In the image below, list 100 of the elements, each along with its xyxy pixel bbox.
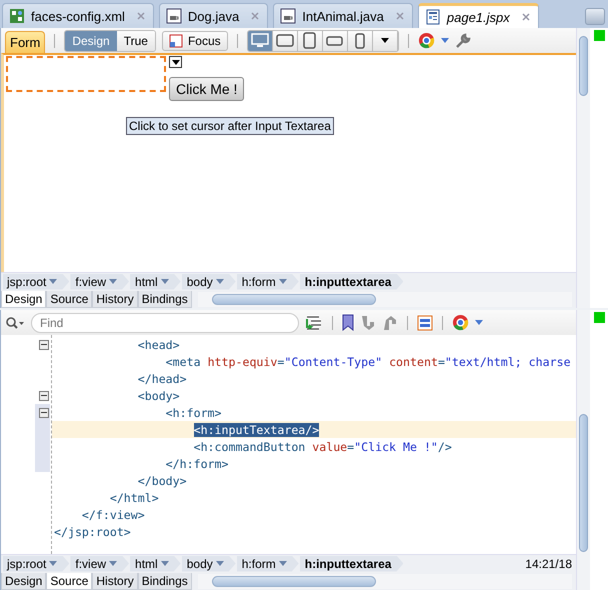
browser-button[interactable] — [452, 314, 483, 331]
code-line: <meta http-equiv="Content-Type" content="text/html; charse — [164, 354, 572, 370]
device-button[interactable] — [298, 30, 323, 50]
arrow-up-icon — [382, 314, 398, 330]
status-indicator — [594, 312, 604, 323]
view-tab[interactable]: Bindings — [138, 573, 192, 590]
cursor-position: 14:21/18 — [525, 556, 573, 570]
status-indicator — [594, 30, 604, 41]
bookmark-button[interactable] — [342, 314, 354, 331]
caret-icon — [440, 38, 449, 43]
device-button[interactable] — [322, 30, 348, 50]
design-canvas[interactable]: Click Me ! Click to set cursor after Input Textarea — [1, 53, 576, 272]
caret-icon — [475, 320, 483, 325]
list-arrow-icon — [305, 314, 323, 330]
breadcrumb-item[interactable]: html — [130, 556, 181, 572]
phone-icon — [354, 32, 365, 48]
breadcrumb-item[interactable]: h:form — [236, 556, 299, 572]
form-view-button[interactable] — [417, 314, 433, 330]
browser-icon — [418, 32, 435, 49]
next-bookmark-button[interactable] — [360, 314, 376, 330]
code-line: </f:view> — [80, 506, 146, 523]
code-line: </jsp:root> — [53, 524, 132, 540]
document-icon — [9, 8, 25, 24]
breadcrumb-item[interactable]: h:form — [236, 274, 299, 290]
arrow-down-icon — [360, 314, 376, 330]
device-button[interactable] — [248, 30, 273, 50]
breadcrumb-item[interactable]: jsp:root — [3, 274, 70, 290]
device-menu-button[interactable] — [372, 30, 398, 50]
horizontal-scrollbar[interactable] — [198, 574, 572, 589]
horizontal-scrollbar[interactable] — [198, 292, 572, 307]
code-line: </html> — [108, 490, 160, 506]
browser-icon — [452, 314, 469, 331]
breadcrumb-item[interactable]: h:inputtextarea — [300, 274, 404, 290]
coffee-cup-icon — [280, 8, 296, 24]
view-tab[interactable]: History — [92, 573, 138, 590]
code-line: <head> — [136, 336, 181, 353]
tablet-icon — [303, 32, 316, 49]
fold-icon[interactable] — [39, 390, 49, 400]
device-button[interactable] — [272, 30, 298, 50]
caret-icon — [49, 561, 58, 566]
caret-icon — [380, 38, 389, 43]
view-tab[interactable]: Bindings — [138, 291, 192, 308]
form-tab[interactable]: Form — [5, 31, 46, 53]
dropdown-marker[interactable] — [169, 56, 182, 68]
monitor-icon — [250, 33, 269, 48]
caret-icon — [160, 561, 169, 566]
breadcrumb-item[interactable]: f:view — [70, 274, 130, 290]
breadcrumb-item[interactable]: jsp:root — [3, 556, 70, 572]
browser-button[interactable] — [418, 32, 449, 49]
code-line: </head> — [136, 370, 188, 387]
breadcrumb-item[interactable]: f:view — [70, 556, 130, 572]
coffee-cup-icon — [166, 8, 182, 24]
view-tab[interactable]: Source — [46, 573, 92, 590]
click-button[interactable]: Click Me ! — [169, 77, 244, 101]
breadcrumb-item[interactable]: body — [182, 274, 236, 290]
code-line: <body> — [136, 388, 181, 404]
close-icon[interactable] — [522, 13, 530, 21]
fold-icon[interactable] — [39, 408, 49, 418]
editor-tab[interactable]: faces-config.xml — [2, 3, 154, 28]
view-tab[interactable]: Source — [46, 291, 92, 308]
caret-icon — [109, 561, 118, 566]
fold-icon[interactable] — [39, 340, 49, 350]
caret-icon — [109, 279, 118, 284]
tablet-icon — [276, 34, 294, 47]
wrench-icon — [454, 32, 471, 48]
search-icon — [5, 316, 25, 330]
caret-icon — [172, 60, 180, 64]
vertical-scrollbar[interactable] — [576, 28, 590, 308]
caret-icon — [216, 561, 224, 566]
view-tab[interactable]: Design — [1, 573, 46, 590]
code-line: </body> — [136, 472, 188, 489]
caret-icon — [278, 279, 287, 284]
editor-tab[interactable]: IntAnimal.java — [273, 3, 413, 28]
editor-tab[interactable]: Dog.java — [158, 3, 268, 28]
focus-button[interactable]: Focus — [162, 30, 228, 50]
bookmark-icon — [342, 314, 354, 331]
phone-icon — [326, 36, 344, 46]
wrench-button[interactable] — [454, 32, 471, 48]
list-arrow-button[interactable] — [305, 314, 323, 330]
breadcrumb-item[interactable]: html — [130, 274, 181, 290]
caret-icon — [278, 561, 287, 566]
breadcrumb-item[interactable]: h:inputtextarea — [300, 556, 404, 572]
caret-icon — [49, 279, 58, 284]
view-tab[interactable]: Design — [1, 291, 46, 308]
view-tab[interactable]: History — [92, 291, 138, 308]
breadcrumb-item[interactable]: body — [182, 556, 236, 572]
window-icon — [417, 314, 433, 330]
editor-tab[interactable]: page1.jspx — [418, 3, 539, 28]
search-field[interactable]: Find — [31, 312, 299, 332]
tab-label: IntAnimal.java — [302, 8, 384, 24]
caret-icon — [160, 279, 169, 284]
code-line: <h:form> — [164, 404, 223, 421]
tab-label: Dog.java — [188, 8, 240, 24]
code-line: <h:commandButton value="Click Me !"/> — [192, 438, 453, 455]
vertical-scrollbar[interactable] — [576, 310, 590, 590]
previous-bookmark-button[interactable] — [382, 314, 398, 330]
view-mode-button[interactable]: True — [116, 30, 155, 50]
code-line: </h:form> — [164, 456, 230, 472]
device-button[interactable] — [348, 30, 373, 50]
focus-icon — [168, 34, 183, 48]
